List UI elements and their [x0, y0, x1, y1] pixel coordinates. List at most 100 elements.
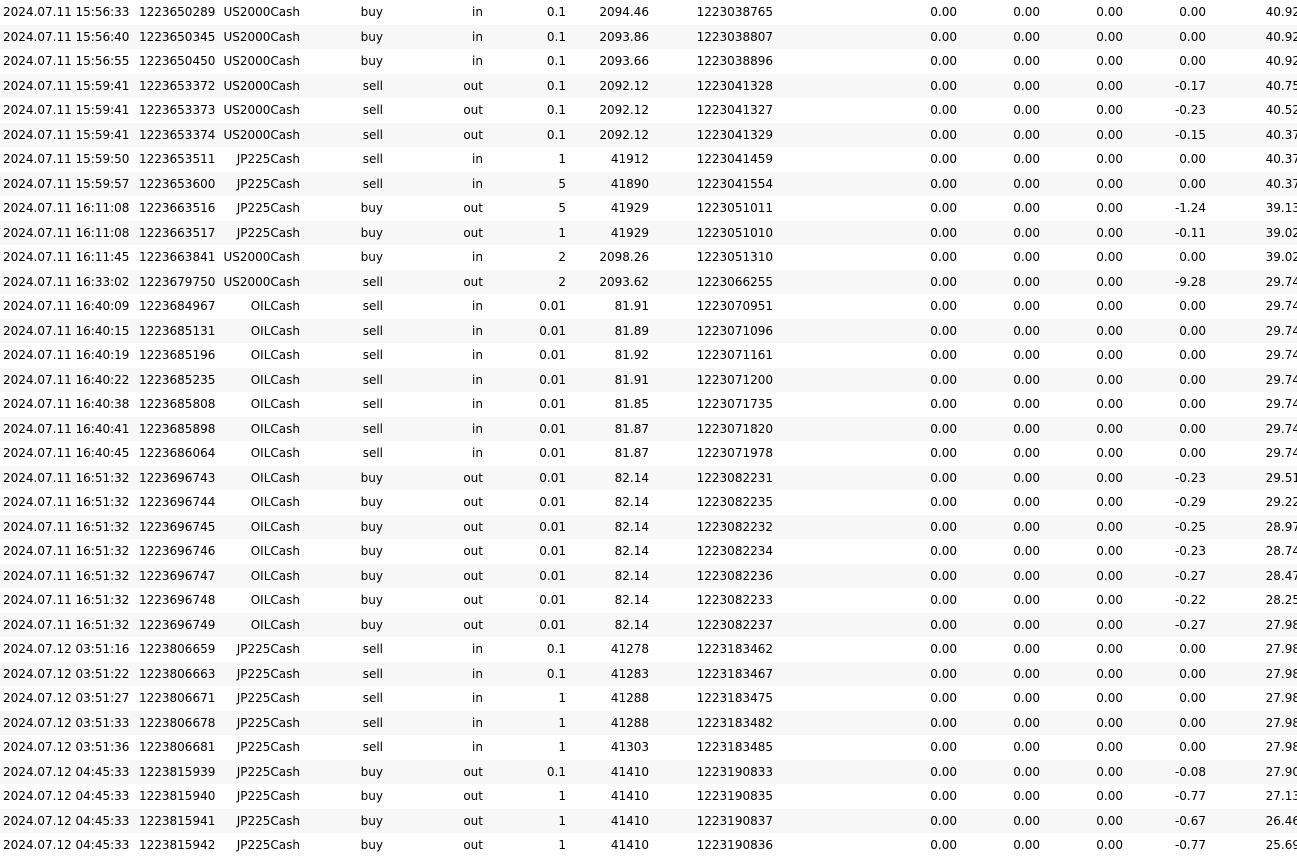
- table-row[interactable]: 2024.07.11 15:56:55 1223650450 US2000Cash b…: [0, 49, 1297, 74]
- cell-type: buy: [300, 220, 383, 245]
- cell-order: 1223183485: [696, 740, 773, 755]
- cell-swap: 0.00: [1040, 73, 1123, 98]
- table-row[interactable]: 2024.07.11 15:59:41 1223653374 US2000Cash s…: [0, 122, 1297, 147]
- table-row[interactable]: 2024.07.11 15:59:57 1223653600 JP225Cash se…: [0, 171, 1297, 196]
- cell-profit: 0.00: [1123, 318, 1206, 343]
- cell-balance: 26.46: [1206, 808, 1297, 833]
- cell-order: 1223183467: [649, 661, 773, 686]
- table-row[interactable]: 2024.07.12 03:51:36 1223806681 JP225Cash se…: [0, 735, 1297, 760]
- cell-deal: 1223653600: [135, 171, 219, 196]
- cell-time: 2024.07.12 04:45:33: [0, 808, 135, 833]
- table-row[interactable]: 2024.07.12 03:51:22 1223806663 JP225Cash se…: [0, 661, 1297, 686]
- cell-swap: 0.00: [1040, 759, 1123, 784]
- cell-price: 81.89: [566, 318, 649, 343]
- cell-order: 1223190837: [649, 808, 773, 833]
- cell-symbol: US2000Cash: [223, 250, 300, 265]
- cell-direction: out: [383, 465, 483, 490]
- cell-balance: 40.92: [1265, 5, 1297, 20]
- cell-balance: 29.74: [1206, 318, 1297, 343]
- table-row[interactable]: 2024.07.12 03:51:33 1223806678 JP225Cash se…: [0, 710, 1297, 735]
- cell-price: 81.85: [614, 397, 649, 412]
- cell-commission: 0.00: [930, 691, 957, 706]
- table-row[interactable]: 2024.07.12 04:45:33 1223815940 JP225Cash bu…: [0, 784, 1297, 809]
- table-row[interactable]: 2024.07.11 15:59:41 1223653373 US2000Cash s…: [0, 98, 1297, 123]
- cell-commission: 0.00: [930, 838, 957, 853]
- cell-symbol: JP225Cash: [236, 740, 300, 755]
- cell-deal: 1223684967: [139, 299, 216, 314]
- cell-balance: 27.98: [1265, 740, 1297, 755]
- cell-commission: 0.00: [773, 171, 957, 196]
- table-row[interactable]: 2024.07.12 04:45:33 1223815941 JP225Cash bu…: [0, 808, 1297, 833]
- cell-type: sell: [300, 710, 383, 735]
- cell-profit: -9.28: [1123, 269, 1206, 294]
- table-row[interactable]: 2024.07.11 16:51:32 1223696745 OILCash buy o…: [0, 514, 1297, 539]
- cell-profit: 0.00: [1179, 5, 1206, 20]
- table-row[interactable]: 2024.07.11 16:11:45 1223663841 US2000Cash b…: [0, 245, 1297, 270]
- cell-deal: 1223696746: [139, 544, 216, 559]
- table-row[interactable]: 2024.07.11 16:40:45 1223686064 OILCash sell…: [0, 441, 1297, 466]
- table-row[interactable]: 2024.07.11 16:40:38 1223685808 OILCash sell…: [0, 392, 1297, 417]
- cell-profit: 0.00: [1179, 740, 1206, 755]
- cell-direction: out: [383, 122, 483, 147]
- cell-direction: in: [472, 348, 483, 363]
- table-row[interactable]: 2024.07.11 16:51:32 1223696746 OILCash buy o…: [0, 539, 1297, 564]
- table-row[interactable]: 2024.07.12 03:51:16 1223806659 JP225Cash se…: [0, 637, 1297, 662]
- cell-price: 82.14: [566, 514, 649, 539]
- cell-price: 41288: [610, 691, 649, 706]
- table-row[interactable]: 2024.07.11 16:51:32 1223696747 OILCash buy o…: [0, 563, 1297, 588]
- cell-direction: out: [383, 269, 483, 294]
- cell-profit: -1.24: [1174, 201, 1206, 216]
- table-row[interactable]: 2024.07.11 16:40:22 1223685235 OILCash sell…: [0, 367, 1297, 392]
- cell-price: 82.14: [614, 495, 649, 510]
- cell-price: 2093.62: [566, 269, 649, 294]
- table-row[interactable]: 2024.07.11 16:11:08 1223663517 JP225Cash bu…: [0, 220, 1297, 245]
- cell-commission: 0.00: [930, 299, 957, 314]
- cell-swap: 0.00: [1096, 495, 1123, 510]
- table-row[interactable]: 2024.07.11 15:56:33 1223650289 US2000Cash b…: [0, 0, 1297, 25]
- table-row[interactable]: 2024.07.12 03:51:27 1223806671 JP225Cash se…: [0, 686, 1297, 711]
- cell-swap: 0.00: [1096, 348, 1123, 363]
- cell-order: 1223071978: [696, 446, 773, 461]
- cell-commission: 0.00: [773, 269, 957, 294]
- cell-type: buy: [300, 759, 383, 784]
- cell-type: buy: [360, 250, 383, 265]
- table-row[interactable]: 2024.07.11 15:59:50 1223653511 JP225Cash se…: [0, 147, 1297, 172]
- cell-commission: 0.00: [930, 446, 957, 461]
- cell-deal: 1223815940: [139, 789, 216, 804]
- table-row[interactable]: 2024.07.11 16:33:02 1223679750 US2000Cash s…: [0, 269, 1297, 294]
- cell-type: sell: [362, 446, 383, 461]
- cell-commission: 0.00: [930, 789, 957, 804]
- cell-fee: 0.00: [1013, 397, 1040, 412]
- table-row[interactable]: 2024.07.11 16:40:09 1223684967 OILCash sell…: [0, 294, 1297, 319]
- table-row[interactable]: 2024.07.11 15:59:41 1223653372 US2000Cash s…: [0, 73, 1297, 98]
- cell-price: 41278: [610, 642, 649, 657]
- cell-order: 1223071096: [649, 318, 773, 343]
- table-row[interactable]: 2024.07.11 15:56:40 1223650345 US2000Cash b…: [0, 24, 1297, 49]
- table-row[interactable]: 2024.07.11 16:51:32 1223696749 OILCash buy o…: [0, 612, 1297, 637]
- cell-time: 2024.07.11 16:51:32: [0, 465, 135, 490]
- table-row[interactable]: 2024.07.11 16:40:41 1223685898 OILCash sell…: [0, 416, 1297, 441]
- cell-direction: in: [383, 318, 483, 343]
- cell-type: buy: [360, 593, 383, 608]
- table-row[interactable]: 2024.07.11 16:51:32 1223696743 OILCash buy o…: [0, 465, 1297, 490]
- table-row[interactable]: 2024.07.11 16:11:08 1223663516 JP225Cash bu…: [0, 196, 1297, 221]
- cell-deal: 1223685131: [135, 318, 219, 343]
- cell-deal: 1223806681: [139, 740, 216, 755]
- cell-profit: -0.77: [1174, 789, 1206, 804]
- cell-symbol: OILCash: [250, 446, 300, 461]
- cell-direction: in: [383, 24, 483, 49]
- table-row[interactable]: 2024.07.11 16:40:15 1223685131 OILCash sell…: [0, 318, 1297, 343]
- cell-symbol: OILCash: [219, 416, 300, 441]
- table-row[interactable]: 2024.07.12 04:45:33 1223815939 JP225Cash bu…: [0, 759, 1297, 784]
- cell-swap: 0.00: [1096, 201, 1123, 216]
- cell-price: 41929: [566, 220, 649, 245]
- table-row[interactable]: 2024.07.11 16:51:32 1223696744 OILCash buy o…: [0, 490, 1297, 515]
- cell-commission: 0.00: [930, 348, 957, 363]
- cell-type: sell: [300, 318, 383, 343]
- cell-balance: 39.02: [1206, 220, 1297, 245]
- table-row[interactable]: 2024.07.11 16:40:19 1223685196 OILCash sell…: [0, 343, 1297, 368]
- cell-symbol: JP225Cash: [219, 220, 300, 245]
- table-row[interactable]: 2024.07.11 16:51:32 1223696748 OILCash buy o…: [0, 588, 1297, 613]
- cell-volume: 0.01: [539, 495, 566, 510]
- table-row[interactable]: 2024.07.12 04:45:33 1223815942 JP225Cash bu…: [0, 833, 1297, 858]
